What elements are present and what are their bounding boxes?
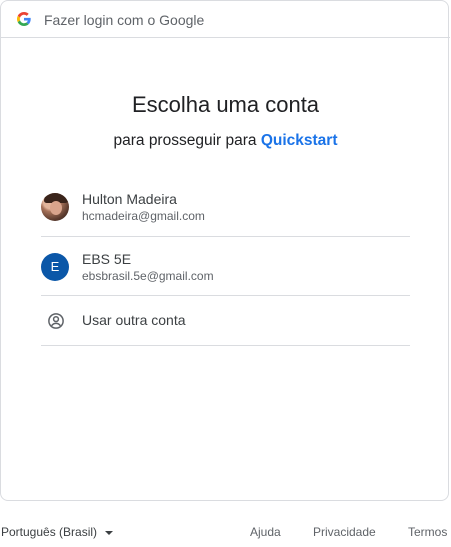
google-g-icon [17, 12, 31, 26]
page-title: Escolha uma conta [131, 92, 320, 117]
page: Fazer login com o Google Escolha uma con… [0, 0, 451, 547]
account-circle-icon [48, 313, 64, 329]
dropdown-caret-icon [105, 530, 114, 535]
account-name: EBS 5E [82, 251, 132, 267]
privacy-link[interactable]: Privacidade [313, 525, 376, 540]
terms-link[interactable]: Termos [408, 525, 447, 540]
header-title: Fazer login com o Google [44, 12, 205, 28]
account-email: ebsbrasil.5e@gmail.com [82, 269, 214, 283]
language-selector[interactable]: Português (Brasil) [1, 525, 114, 540]
help-link[interactable]: Ajuda [250, 525, 281, 540]
account-item-hulton[interactable]: Hulton Madeira hcmadeira@gmail.com [41, 178, 410, 237]
use-another-account-label: Usar outra conta [82, 312, 186, 328]
avatar-face [50, 201, 62, 215]
card-header: Fazer login com o Google [1, 1, 450, 38]
app-name-link[interactable]: Quickstart [261, 132, 338, 149]
avatar [41, 193, 69, 221]
subtitle-prefix: para prosseguir para [113, 132, 261, 149]
account-item-ebs[interactable]: E EBS 5E ebsbrasil.5e@gmail.com [41, 237, 410, 296]
account-name: Hulton Madeira [82, 191, 177, 207]
language-label: Português (Brasil) [1, 525, 98, 539]
avatar: E [41, 253, 69, 281]
use-another-account-button[interactable]: Usar outra conta [41, 296, 410, 346]
account-email: hcmadeira@gmail.com [82, 209, 205, 223]
sign-in-card: Fazer login com o Google Escolha uma con… [0, 0, 450, 501]
page-subtitle: para prosseguir para Quickstart [1, 131, 450, 151]
